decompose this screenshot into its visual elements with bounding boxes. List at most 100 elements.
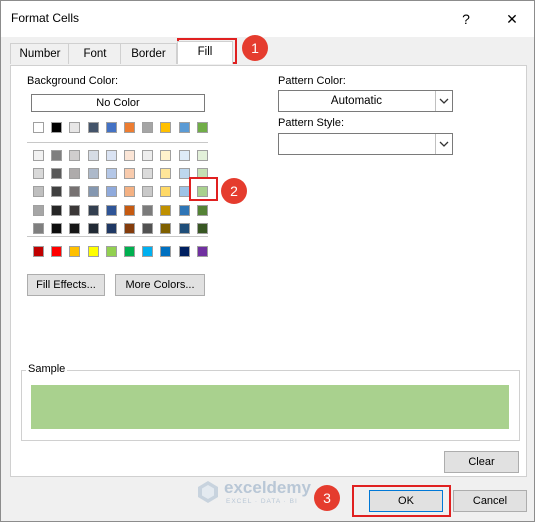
color-swatch[interactable] <box>105 222 117 234</box>
standard-color-swatch[interactable] <box>178 246 190 257</box>
standard-color-swatch[interactable] <box>124 246 135 257</box>
color-swatch[interactable] <box>160 168 172 180</box>
title-bar: Format Cells ? ✕ <box>1 1 534 37</box>
color-swatch[interactable] <box>124 150 135 161</box>
standard-color-swatch[interactable] <box>69 246 81 257</box>
color-swatch[interactable] <box>51 122 63 133</box>
color-swatch[interactable] <box>69 168 81 180</box>
color-swatch[interactable] <box>178 168 190 180</box>
color-swatch[interactable] <box>87 186 99 198</box>
color-swatch[interactable] <box>33 222 44 234</box>
color-swatch[interactable] <box>142 222 154 234</box>
format-cells-dialog: Format Cells ? ✕ Number Font Border Fill… <box>0 0 535 522</box>
color-swatch[interactable] <box>51 150 63 161</box>
close-icon[interactable]: ✕ <box>499 7 525 31</box>
tab-font[interactable]: Font <box>68 43 122 64</box>
color-swatch[interactable] <box>160 122 172 133</box>
color-swatch[interactable] <box>87 122 99 133</box>
sample-group: Sample <box>21 363 520 441</box>
cancel-button[interactable]: Cancel <box>453 490 527 512</box>
color-swatch[interactable] <box>105 204 117 216</box>
standard-color-swatch[interactable] <box>33 246 44 257</box>
no-color-button[interactable]: No Color <box>31 94 205 112</box>
color-swatch[interactable] <box>124 186 135 198</box>
color-swatch[interactable] <box>160 204 172 216</box>
step-badge-3: 3 <box>314 485 340 511</box>
color-swatch[interactable] <box>105 168 117 180</box>
divider <box>27 236 208 237</box>
color-swatch[interactable] <box>124 122 135 133</box>
color-swatch[interactable] <box>105 122 117 133</box>
color-swatch[interactable] <box>142 150 154 161</box>
color-swatch[interactable] <box>69 222 81 234</box>
color-swatch[interactable] <box>69 204 81 216</box>
color-swatch[interactable] <box>51 186 63 198</box>
pattern-color-value: Automatic <box>330 95 383 107</box>
sample-label: Sample <box>26 363 68 375</box>
standard-color-swatch[interactable] <box>142 246 154 257</box>
color-swatch[interactable] <box>196 222 208 234</box>
tab-number[interactable]: Number <box>10 43 70 64</box>
highlight-ok-button <box>352 485 451 517</box>
color-swatch[interactable] <box>87 204 99 216</box>
exceldemy-logo-icon <box>198 481 218 503</box>
standard-color-swatch[interactable] <box>51 246 63 257</box>
sample-preview <box>31 385 509 429</box>
color-swatch[interactable] <box>51 222 63 234</box>
color-swatch[interactable] <box>160 150 172 161</box>
color-swatch[interactable] <box>105 150 117 161</box>
color-swatch[interactable] <box>178 186 190 198</box>
pattern-color-dropdown[interactable]: Automatic <box>278 90 453 112</box>
background-color-label: Background Color: <box>27 75 119 87</box>
color-swatch[interactable] <box>69 186 81 198</box>
chevron-down-icon[interactable] <box>435 91 452 111</box>
tab-border[interactable]: Border <box>120 43 177 64</box>
color-swatch[interactable] <box>87 222 99 234</box>
pattern-color-label: Pattern Color: <box>278 75 346 87</box>
color-swatch[interactable] <box>87 168 99 180</box>
color-swatch[interactable] <box>142 168 154 180</box>
color-swatch[interactable] <box>33 122 44 133</box>
clear-button[interactable]: Clear <box>444 451 519 473</box>
standard-color-swatch[interactable] <box>160 246 172 257</box>
highlight-selected-color <box>189 177 218 201</box>
color-swatch[interactable] <box>124 204 135 216</box>
color-swatch[interactable] <box>160 186 172 198</box>
color-swatch[interactable] <box>51 168 63 180</box>
color-swatch[interactable] <box>105 186 117 198</box>
fill-effects-button[interactable]: Fill Effects... <box>27 274 105 296</box>
color-swatch[interactable] <box>33 204 44 216</box>
color-swatch[interactable] <box>124 168 135 180</box>
standard-color-swatch[interactable] <box>196 246 208 257</box>
color-swatch[interactable] <box>69 150 81 161</box>
color-swatch[interactable] <box>178 204 190 216</box>
color-swatch[interactable] <box>196 122 208 133</box>
pattern-style-label: Pattern Style: <box>278 117 345 129</box>
color-swatch[interactable] <box>142 122 154 133</box>
color-swatch[interactable] <box>178 150 190 161</box>
standard-color-swatch[interactable] <box>87 246 99 257</box>
color-swatch[interactable] <box>87 150 99 161</box>
standard-color-swatch[interactable] <box>105 246 117 257</box>
color-swatch[interactable] <box>51 204 63 216</box>
step-badge-1: 1 <box>242 35 268 61</box>
color-swatch[interactable] <box>33 150 44 161</box>
color-swatch[interactable] <box>142 204 154 216</box>
color-swatch[interactable] <box>124 222 135 234</box>
color-swatch[interactable] <box>69 122 81 133</box>
tab-fill[interactable]: Fill <box>177 41 233 64</box>
color-swatch[interactable] <box>160 222 172 234</box>
color-swatch[interactable] <box>178 122 190 133</box>
color-swatch[interactable] <box>196 150 208 161</box>
color-swatch[interactable] <box>178 222 190 234</box>
fill-tab-panel: Background Color: No Color Fill Effects.… <box>10 65 527 477</box>
chevron-down-icon[interactable] <box>435 134 452 154</box>
color-swatch[interactable] <box>196 204 208 216</box>
color-swatch[interactable] <box>142 186 154 198</box>
color-swatch[interactable] <box>33 168 44 180</box>
color-swatch[interactable] <box>33 186 44 198</box>
divider <box>27 142 208 143</box>
more-colors-button[interactable]: More Colors... <box>115 274 205 296</box>
pattern-style-dropdown[interactable] <box>278 133 453 155</box>
help-button[interactable]: ? <box>453 7 479 31</box>
